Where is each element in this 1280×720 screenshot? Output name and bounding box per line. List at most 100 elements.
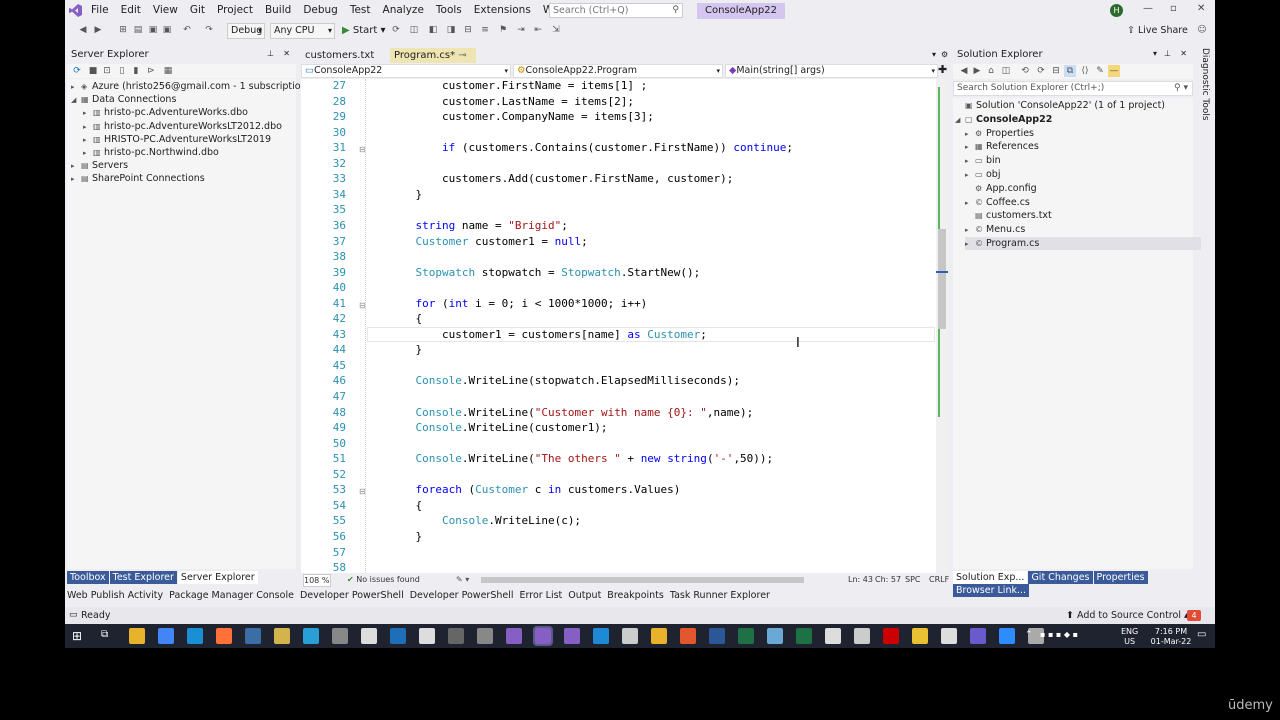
taskbar-app-icon[interactable] bbox=[390, 628, 406, 644]
forward-icon[interactable]: ▶ bbox=[92, 24, 104, 36]
bookmark-icon[interactable]: ⚑ bbox=[497, 24, 509, 36]
expand-icon[interactable]: ▸ bbox=[71, 173, 81, 186]
code-line[interactable]: customers.Add(customer.FirstName, custom… bbox=[389, 172, 733, 185]
tree-item[interactable]: ▸ ▭ obj bbox=[965, 168, 1000, 181]
close-icon[interactable]: ✕ bbox=[283, 49, 290, 58]
language-indicator[interactable]: ENG US bbox=[1121, 627, 1138, 647]
expand-icon[interactable]: ▸ bbox=[965, 155, 975, 168]
project-nav-select[interactable]: ▭ConsoleApp22 ▾ bbox=[301, 64, 511, 78]
tool-window-tab[interactable]: Breakpoints bbox=[605, 590, 666, 601]
diagnostic-tools-tab[interactable]: Diagnostic Tools bbox=[1196, 48, 1214, 128]
filter-icon[interactable]: ⊳ bbox=[145, 65, 157, 77]
code-editor[interactable]: 27 28 29 30 31 32 33 34 35 36 37 38 39 40 41 42 43 44 45 46… bbox=[301, 79, 948, 573]
taskbar-app-icon[interactable] bbox=[709, 628, 725, 644]
save-all-icon[interactable]: ▣ bbox=[161, 24, 173, 36]
code-line[interactable]: customer1 = customers[name] as Customer; bbox=[389, 328, 707, 341]
tool-window-tab[interactable]: Output bbox=[566, 590, 603, 601]
tool-icon[interactable]: ⊟ bbox=[462, 24, 474, 36]
taskbar-app-icon[interactable] bbox=[274, 628, 290, 644]
expand-icon[interactable]: ▸ bbox=[83, 121, 93, 134]
code-line[interactable]: for (int i = 0; i < 1000*1000; i++) bbox=[389, 297, 648, 310]
scrollbar-thumb[interactable] bbox=[938, 229, 946, 329]
platform-select[interactable]: Any CPU ▾ bbox=[270, 23, 335, 39]
code-line[interactable]: foreach (Customer c in customers.Values) bbox=[389, 483, 681, 496]
code-line[interactable]: Stopwatch stopwatch = Stopwatch.StartNew… bbox=[389, 266, 701, 279]
save-icon[interactable]: ▣ bbox=[147, 24, 159, 36]
taskbar-app-icon[interactable] bbox=[999, 628, 1015, 644]
expand-icon[interactable]: ◢ bbox=[71, 94, 81, 107]
tool-icon[interactable]: ⇤ bbox=[532, 24, 544, 36]
tool-icon[interactable]: ◧ bbox=[427, 24, 439, 36]
taskbar-app-icon[interactable] bbox=[158, 628, 174, 644]
tree-item[interactable]: ⚙ App.config bbox=[965, 182, 1037, 195]
taskbar-app-icon[interactable] bbox=[825, 628, 841, 644]
code-line[interactable]: Console.WriteLine(stopwatch.ElapsedMilli… bbox=[389, 374, 741, 387]
taskbar-app-icon[interactable] bbox=[303, 628, 319, 644]
taskbar-app-icon[interactable] bbox=[796, 628, 812, 644]
taskbar-app-icon[interactable] bbox=[332, 628, 348, 644]
taskbar-app-icon[interactable] bbox=[738, 628, 754, 644]
tab-customers-txt[interactable]: customers.txt bbox=[301, 48, 378, 63]
tree-item[interactable]: ▤ customers.txt bbox=[965, 209, 1052, 222]
code-line[interactable]: customer.CompanyName = items[3]; bbox=[389, 110, 654, 123]
tree-item[interactable]: ▸ ◈ Azure (hristo256@gmail.com - 1 subscri… bbox=[71, 80, 315, 93]
tool-window-tab[interactable]: Package Manager Console bbox=[167, 590, 296, 601]
tool-window-tab[interactable]: Task Runner Explorer bbox=[668, 590, 772, 601]
stop-icon[interactable]: ■ bbox=[87, 65, 99, 77]
expand-icon[interactable]: ▸ bbox=[965, 141, 975, 154]
panel-tab[interactable]: Solution Exp... bbox=[953, 571, 1028, 584]
properties-icon[interactable]: ✎ bbox=[1094, 65, 1106, 77]
solution-search-input[interactable]: Search Solution Explorer (Ctrl+;) ⚲ ▾ bbox=[953, 81, 1193, 96]
taskbar-app-icon[interactable] bbox=[912, 628, 928, 644]
panel-tab[interactable]: Git Changes bbox=[1028, 571, 1093, 584]
tree-item[interactable]: ▸ © Coffee.cs bbox=[965, 196, 1030, 209]
pin-icon[interactable]: ⊥ bbox=[267, 49, 274, 58]
panel-tab[interactable]: Server Explorer bbox=[177, 571, 258, 584]
avatar[interactable]: H bbox=[1110, 4, 1123, 17]
tree-item[interactable]: ▣ Solution 'ConsoleApp22' (1 of 1 project… bbox=[955, 99, 1165, 112]
tool-window-tab[interactable]: Error List bbox=[518, 590, 565, 601]
menu-git[interactable]: Git bbox=[184, 0, 211, 21]
connect-database-icon[interactable]: ⊡ bbox=[101, 65, 113, 77]
new-item-icon[interactable]: ⊞ bbox=[117, 24, 129, 36]
properties-icon[interactable]: ▦ bbox=[162, 65, 174, 77]
tree-item[interactable]: ▸ ▥ HRISTO-PC.AdventureWorksLT2019 bbox=[83, 133, 271, 146]
horizontal-scrollbar[interactable] bbox=[481, 577, 804, 583]
tree-item[interactable]: ▸ ▥ hristo-pc.Northwind.dbo bbox=[83, 146, 219, 159]
clock[interactable]: 7:16 PM 01-Mar-22 bbox=[1150, 627, 1192, 647]
tree-item[interactable]: ▸ ▭ bin bbox=[965, 154, 1001, 167]
settings-icon[interactable]: ⚙ bbox=[941, 50, 948, 59]
taskbar-app-icon[interactable] bbox=[970, 628, 986, 644]
taskbar-app-icon[interactable] bbox=[216, 628, 232, 644]
code-line[interactable]: } bbox=[389, 343, 422, 356]
close-icon[interactable]: ✕ bbox=[1180, 49, 1187, 58]
code-line[interactable]: customer.LastName = items[2]; bbox=[389, 95, 634, 108]
tree-item[interactable]: ◢ ▢ ConsoleApp22 bbox=[955, 113, 1052, 126]
tray-icons[interactable]: ▪ ▪ ▪ ◆ ▪ bbox=[1040, 630, 1078, 639]
taskbar-app-icon[interactable] bbox=[680, 628, 696, 644]
tree-item[interactable]: ▸ © Menu.cs bbox=[965, 223, 1025, 236]
taskbar-app-icon[interactable] bbox=[564, 628, 580, 644]
taskbar-app-icon[interactable] bbox=[361, 628, 377, 644]
code-line[interactable]: { bbox=[389, 312, 422, 325]
menu-tools[interactable]: Tools bbox=[430, 0, 468, 21]
live-share-button[interactable]: ⇪ Live Share bbox=[1127, 25, 1188, 36]
expand-icon[interactable]: ▸ bbox=[71, 160, 81, 173]
undo-icon[interactable]: ↶ bbox=[181, 24, 193, 36]
tray-overflow-icon[interactable]: ⌃ bbox=[1025, 630, 1033, 640]
tree-item[interactable]: ◢ ▦ Data Connections bbox=[71, 93, 176, 106]
tree-item[interactable]: ▸ ▤ SharePoint Connections bbox=[71, 172, 205, 185]
preview-icon[interactable]: ⟨⟩ bbox=[1079, 65, 1091, 77]
taskbar-app-icon[interactable] bbox=[245, 628, 261, 644]
configuration-select[interactable]: Debug ▾ bbox=[227, 23, 265, 39]
taskbar-app-icon[interactable] bbox=[533, 626, 553, 646]
expand-icon[interactable]: ▸ bbox=[965, 224, 975, 237]
tool-icon[interactable]: ⇲ bbox=[550, 24, 562, 36]
tab-list-icon[interactable]: ▾ bbox=[932, 50, 936, 59]
pending-changes-icon[interactable]: ⟲ bbox=[1019, 65, 1031, 77]
code-line[interactable]: Customer customer1 = null; bbox=[389, 235, 588, 248]
code-line[interactable]: { bbox=[389, 499, 422, 512]
split-editor-icon[interactable]: ✚ bbox=[938, 63, 947, 76]
taskbar-app-icon[interactable] bbox=[767, 628, 783, 644]
zoom-select[interactable]: 108 % bbox=[303, 574, 331, 587]
